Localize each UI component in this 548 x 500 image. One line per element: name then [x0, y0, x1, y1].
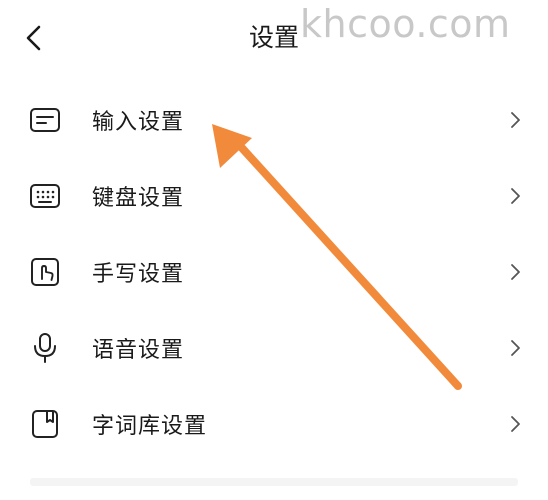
chevron-right-icon: [508, 110, 522, 130]
input-icon: [28, 103, 62, 137]
chevron-right-icon: [508, 338, 522, 358]
menu-item-handwriting-settings[interactable]: 手写设置: [0, 234, 548, 310]
microphone-icon: [28, 331, 62, 365]
header: 设置 khcoo.com: [0, 0, 548, 80]
bottom-divider: [30, 478, 518, 486]
menu-item-dictionary-settings[interactable]: 字词库设置: [0, 386, 548, 462]
menu-item-keyboard-settings[interactable]: 键盘设置: [0, 158, 548, 234]
settings-page: 设置 khcoo.com 输入设置 键盘设置 手写设置 语音设置 字词库设置: [0, 0, 548, 500]
watermark: khcoo.com: [300, 2, 511, 46]
menu-item-label: 语音设置: [92, 338, 185, 363]
menu-item-label: 键盘设置: [92, 186, 185, 211]
chevron-right-icon: [508, 186, 522, 206]
chevron-right-icon: [508, 414, 522, 434]
handwriting-icon: [28, 255, 62, 289]
chevron-right-icon: [508, 262, 522, 282]
settings-menu: 输入设置 键盘设置 手写设置 语音设置 字词库设置: [0, 82, 548, 462]
keyboard-icon: [28, 179, 62, 213]
menu-item-label: 输入设置: [92, 110, 185, 135]
dictionary-icon: [28, 407, 62, 441]
menu-item-input-settings[interactable]: 输入设置: [0, 82, 548, 158]
menu-item-voice-settings[interactable]: 语音设置: [0, 310, 548, 386]
menu-item-label: 手写设置: [92, 262, 185, 287]
menu-item-label: 字词库设置: [92, 414, 208, 439]
